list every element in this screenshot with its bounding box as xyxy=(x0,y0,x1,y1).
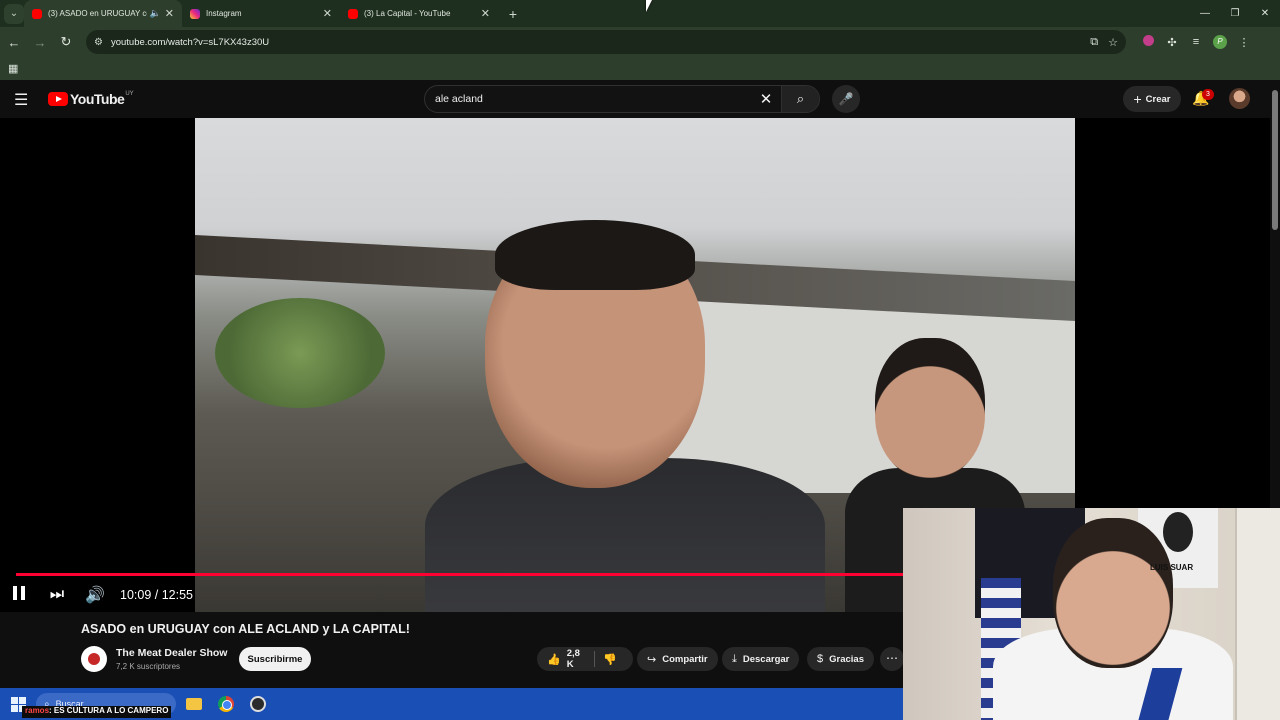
pause-icon xyxy=(13,585,25,600)
tab-title: (3) ASADO en URUGUAY con xyxy=(48,9,147,18)
time-display: 10:09 / 12:55 xyxy=(120,588,193,602)
site-info-icon[interactable]: ⚙ xyxy=(94,37,103,48)
back-icon[interactable]: ← xyxy=(2,30,26,54)
account-avatar[interactable] xyxy=(1229,88,1250,109)
tab-la-capital[interactable]: (3) La Capital - YouTube ✕ xyxy=(340,0,498,27)
subscribe-button[interactable]: Suscribirme xyxy=(239,647,311,671)
forward-icon[interactable]: → xyxy=(28,30,52,54)
bookmarks-bar: ▦ xyxy=(0,57,1280,80)
tab-search-icon[interactable]: ⌄ xyxy=(4,3,24,24)
chat-ticker: ramos: ES CULTURA A LO CAMPERO xyxy=(22,706,172,718)
file-explorer-icon[interactable] xyxy=(180,690,208,718)
search-button[interactable]: ⌕ xyxy=(781,86,819,112)
dislike-icon[interactable]: 👎 xyxy=(603,653,617,666)
restore-icon[interactable]: ❐ xyxy=(1220,0,1250,27)
speaker-icon[interactable]: 🔈 xyxy=(150,8,161,19)
thanks-dollar-icon: $ xyxy=(817,653,824,665)
youtube-icon xyxy=(32,8,42,19)
new-tab-icon[interactable]: + xyxy=(504,6,522,22)
next-button[interactable]: ⏭ xyxy=(38,586,76,604)
webcam-overlay xyxy=(903,508,1280,720)
youtube-logo[interactable]: YouTube UY xyxy=(48,91,134,107)
obs-icon[interactable] xyxy=(244,690,272,718)
more-actions-icon[interactable]: ⋯ xyxy=(880,647,904,671)
tab-title: (3) La Capital - YouTube xyxy=(364,9,451,18)
channel-avatar[interactable] xyxy=(81,646,107,672)
pause-button[interactable] xyxy=(0,585,38,605)
reload-icon[interactable]: ↻ xyxy=(54,30,78,54)
video-title: ASADO en URUGUAY con ALE ACLAND y LA CAP… xyxy=(81,622,410,636)
like-count[interactable]: 2,8 K xyxy=(567,648,587,670)
volume-button[interactable]: 🔊 xyxy=(76,585,114,605)
search-input[interactable]: ale acland xyxy=(435,93,751,105)
player-controls: ⏭ 🔊 10:09 / 12:55 xyxy=(0,580,193,610)
download-button[interactable]: ⤓ Descargar xyxy=(722,647,800,671)
tab-active[interactable]: (3) ASADO en URUGUAY con 🔈 ✕ xyxy=(24,0,182,27)
chrome-icon[interactable] xyxy=(212,690,240,718)
scrollbar-thumb[interactable] xyxy=(1272,90,1278,230)
search-box: ale acland ✕ ⌕ xyxy=(424,85,820,113)
ticker-text: : ES CULTURA A LO CAMPERO xyxy=(49,706,169,715)
share-button[interactable]: ↪ Compartir xyxy=(637,647,718,671)
tab-instagram[interactable]: Instagram ✕ xyxy=(182,0,340,27)
create-label: Crear xyxy=(1145,93,1171,105)
install-app-icon[interactable]: ⧉ xyxy=(1090,36,1098,49)
extensions-puzzle-icon[interactable]: ✣ xyxy=(1160,36,1184,49)
share-icon: ↪ xyxy=(647,653,657,666)
share-label: Compartir xyxy=(662,653,708,665)
profile-icon[interactable]: P xyxy=(1208,35,1232,49)
like-icon[interactable]: 👍 xyxy=(547,653,561,666)
channel-name[interactable]: The Meat Dealer Show xyxy=(116,647,227,659)
url-text: youtube.com/watch?v=sL7KX43z30U xyxy=(110,36,270,48)
window-controls: — ❐ ✕ xyxy=(1190,0,1280,27)
tab-title: Instagram xyxy=(206,9,242,18)
subscriber-count: 7,2 K suscriptores xyxy=(116,662,181,671)
create-button[interactable]: + Crear xyxy=(1123,86,1181,112)
browser-toolbar: ← → ↻ ⚙ youtube.com/watch?v=sL7KX43z30U … xyxy=(0,27,1280,57)
search-icon: ⌕ xyxy=(796,91,805,106)
scene-host xyxy=(425,220,825,612)
media-controls-icon[interactable]: ≡ xyxy=(1184,36,1208,48)
progress-fill xyxy=(16,573,990,576)
scene-trees xyxy=(215,298,385,408)
thanks-label: Gracias xyxy=(829,653,864,665)
logo-text: YouTube xyxy=(70,91,125,107)
download-label: Descargar xyxy=(742,653,790,665)
like-dislike-group: 👍 2,8 K 👎 xyxy=(537,647,633,671)
poster-text: LUIS SUAR xyxy=(1150,563,1194,572)
instagram-icon xyxy=(190,8,200,19)
notification-count-badge: 3 xyxy=(1202,89,1214,100)
door xyxy=(1235,508,1280,720)
close-tab-icon[interactable]: ✕ xyxy=(323,7,332,20)
bookmark-star-icon[interactable]: ☆ xyxy=(1108,36,1118,49)
download-icon: ⤓ xyxy=(732,652,737,665)
plus-icon: + xyxy=(1133,91,1142,107)
youtube-masthead: ☰ YouTube UY ale acland ✕ ⌕ 🎤 + Crear 🔔 xyxy=(0,80,1270,118)
mouse-cursor-icon xyxy=(646,0,652,12)
browser-menu-icon[interactable]: ⋮ xyxy=(1232,36,1256,49)
extension-icon[interactable] xyxy=(1136,35,1160,49)
youtube-icon xyxy=(348,8,358,19)
minimize-icon[interactable]: — xyxy=(1190,0,1220,27)
close-tab-icon[interactable]: ✕ xyxy=(165,7,174,20)
ticker-name: ramos xyxy=(25,706,50,715)
country-code: UY xyxy=(125,91,134,97)
apps-grid-icon[interactable]: ▦ xyxy=(8,62,18,75)
streamer xyxy=(993,518,1233,720)
address-bar[interactable]: ⚙ youtube.com/watch?v=sL7KX43z30U ⧉ ☆ xyxy=(86,30,1126,54)
close-tab-icon[interactable]: ✕ xyxy=(481,7,490,20)
menu-icon[interactable]: ☰ xyxy=(14,90,28,110)
browser-tab-strip: ⌄ (3) ASADO en URUGUAY con 🔈 ✕ Instagram… xyxy=(0,0,1280,27)
youtube-play-icon xyxy=(48,92,68,106)
close-window-icon[interactable]: ✕ xyxy=(1250,0,1280,27)
thanks-button[interactable]: $ Gracias xyxy=(807,647,874,671)
clear-search-icon[interactable]: ✕ xyxy=(751,90,781,108)
voice-search-icon[interactable]: 🎤 xyxy=(832,85,860,113)
